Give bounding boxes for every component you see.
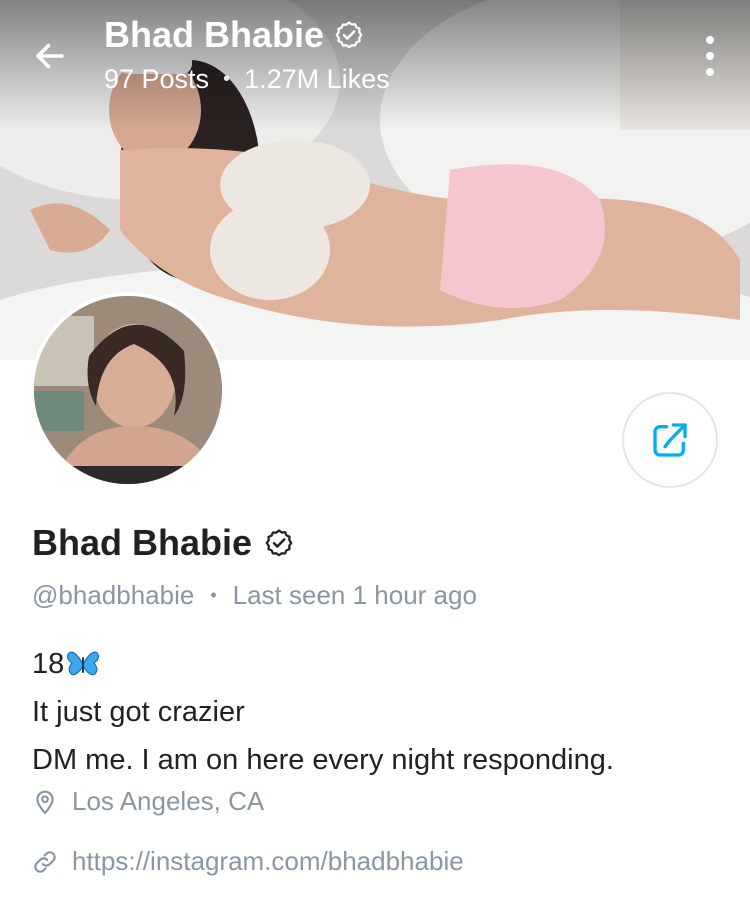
last-seen-status: Last seen 1 hour ago [232, 580, 477, 610]
header-stats: 97 Posts • 1.27M Likes [104, 64, 390, 95]
map-pin-icon [36, 790, 54, 814]
share-button[interactable] [622, 392, 718, 488]
location-text: Los Angeles, CA [72, 786, 265, 816]
header-title: Bhad Bhabie [104, 14, 364, 56]
bio-line: DM me. I am on here every night respondi… [32, 744, 614, 776]
back-button[interactable] [24, 30, 76, 82]
profile-handle: @bhadbhabie [32, 580, 195, 610]
profile-bio: 18 It just got crazier DM me. I am on he… [32, 640, 614, 784]
link-text[interactable]: https://instagram.com/bhadbhabie [72, 846, 464, 877]
share-icon [653, 423, 687, 457]
bio-line: It just got crazier [32, 696, 245, 728]
handle-row: @bhadbhabie • Last seen 1 hour ago [32, 580, 477, 611]
more-vertical-icon [706, 36, 714, 44]
avatar-image [34, 296, 222, 484]
verified-badge-icon [335, 21, 363, 49]
header-profile-name: Bhad Bhabie [104, 14, 325, 55]
likes-count: 1.27M Likes [244, 64, 390, 94]
posts-count: 97 Posts [104, 64, 210, 94]
location-row: Los Angeles, CA [32, 786, 264, 817]
top-bar: Bhad Bhabie 97 Posts • 1.27M Likes [0, 0, 750, 120]
profile-name: Bhad Bhabie [32, 522, 253, 563]
website-link[interactable]: https://instagram.com/bhadbhabie [32, 846, 464, 877]
avatar[interactable] [30, 292, 226, 488]
verified-badge-icon [265, 529, 293, 557]
stats-separator: • [223, 68, 231, 90]
link-icon [34, 850, 56, 873]
profile-name-row: Bhad Bhabie [32, 522, 294, 564]
butterfly-icon [67, 651, 100, 676]
bio-line: 18 [32, 640, 614, 688]
arrow-left-icon [36, 43, 64, 69]
more-options-button[interactable] [696, 36, 724, 76]
handle-separator: • [210, 585, 217, 605]
